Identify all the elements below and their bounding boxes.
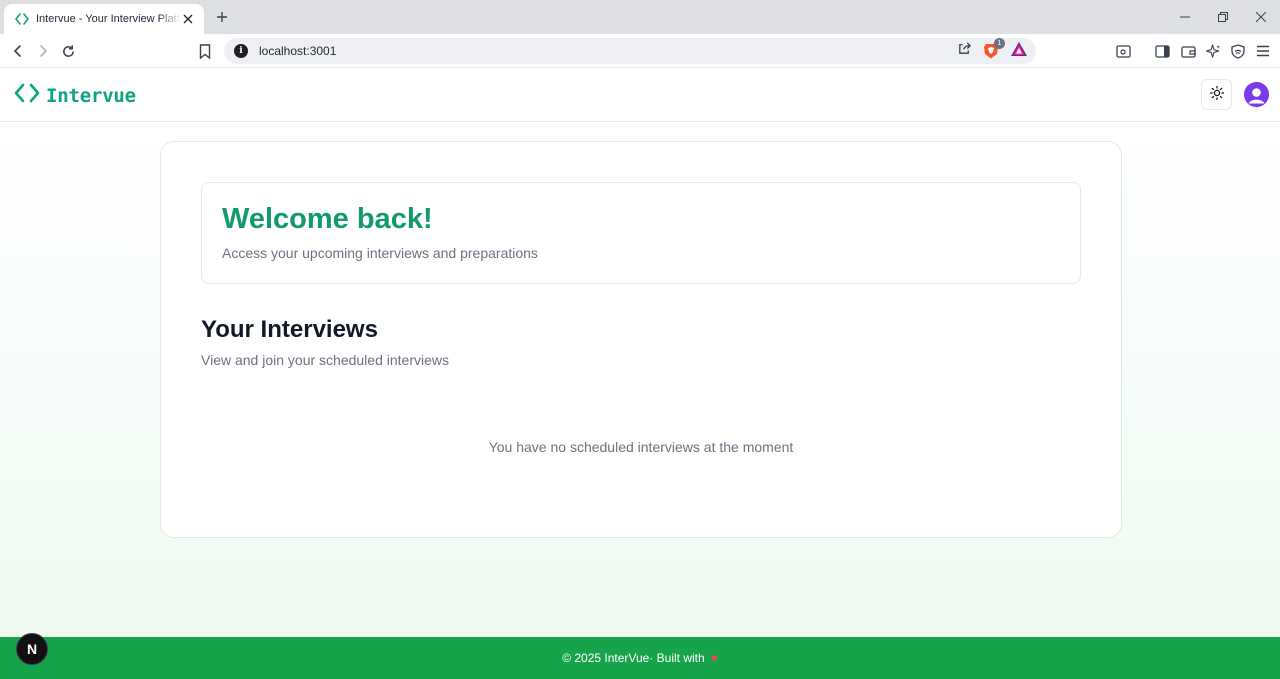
menu-icon[interactable] bbox=[1251, 39, 1275, 63]
app-logo[interactable]: Intervue bbox=[14, 82, 136, 109]
user-avatar-icon[interactable] bbox=[1244, 82, 1269, 107]
logo-text: Intervue bbox=[46, 84, 136, 107]
leo-ai-icon[interactable] bbox=[1201, 39, 1225, 63]
close-tab-icon[interactable] bbox=[180, 11, 196, 27]
browser-toolbar: i localhost:3001 1 bbox=[0, 34, 1280, 68]
shields-count-badge: 1 bbox=[994, 38, 1005, 49]
restore-icon[interactable] bbox=[1204, 0, 1242, 34]
minimize-icon[interactable] bbox=[1166, 0, 1204, 34]
main-content: Welcome back! Access your upcoming inter… bbox=[0, 122, 1280, 637]
forward-icon[interactable] bbox=[31, 39, 55, 63]
sidebar-toggle-icon[interactable] bbox=[1150, 39, 1174, 63]
theme-toggle-button[interactable] bbox=[1201, 79, 1232, 110]
app-header: Intervue bbox=[0, 68, 1280, 122]
vpn-shield-icon[interactable] bbox=[1226, 39, 1250, 63]
brave-shields-icon[interactable]: 1 bbox=[982, 38, 1005, 60]
share-icon[interactable] bbox=[957, 41, 972, 61]
leo-search-icon[interactable] bbox=[1111, 39, 1135, 63]
welcome-panel: Welcome back! Access your upcoming inter… bbox=[201, 182, 1081, 284]
bookmark-icon[interactable] bbox=[193, 39, 217, 63]
brave-rewards-icon[interactable] bbox=[1010, 41, 1028, 62]
reload-icon[interactable] bbox=[56, 39, 80, 63]
dashboard-card: Welcome back! Access your upcoming inter… bbox=[160, 141, 1122, 538]
nextjs-dev-badge[interactable]: N bbox=[16, 633, 48, 665]
close-window-icon[interactable] bbox=[1242, 0, 1280, 34]
window-controls bbox=[1166, 0, 1280, 34]
code-brackets-icon bbox=[14, 82, 40, 109]
app-footer: © 2025 InterVue· Built with ♥ bbox=[0, 637, 1280, 679]
empty-state-message: You have no scheduled interviews at the … bbox=[488, 439, 794, 455]
sun-icon bbox=[1209, 85, 1224, 103]
footer-text: © 2025 InterVue· Built with bbox=[562, 651, 705, 665]
new-tab-button[interactable] bbox=[212, 7, 232, 27]
back-icon[interactable] bbox=[6, 39, 30, 63]
address-bar[interactable]: i localhost:3001 1 bbox=[224, 38, 1036, 64]
tab-title: Intervue - Your Interview Platform bbox=[36, 13, 180, 25]
browser-tab-strip: Intervue - Your Interview Platform bbox=[0, 0, 1280, 34]
browser-tab[interactable]: Intervue - Your Interview Platform bbox=[4, 4, 204, 34]
interviews-subtitle: View and join your scheduled interviews bbox=[201, 352, 449, 368]
welcome-title: Welcome back! bbox=[222, 203, 433, 235]
address-url[interactable]: localhost:3001 bbox=[259, 44, 957, 58]
interviews-title: Your Interviews bbox=[201, 316, 378, 343]
wallet-icon[interactable] bbox=[1176, 39, 1200, 63]
heart-icon: ♥ bbox=[710, 651, 718, 665]
site-info-icon[interactable]: i bbox=[234, 44, 248, 58]
welcome-subtitle: Access your upcoming interviews and prep… bbox=[222, 245, 538, 261]
code-brackets-icon bbox=[14, 11, 30, 27]
